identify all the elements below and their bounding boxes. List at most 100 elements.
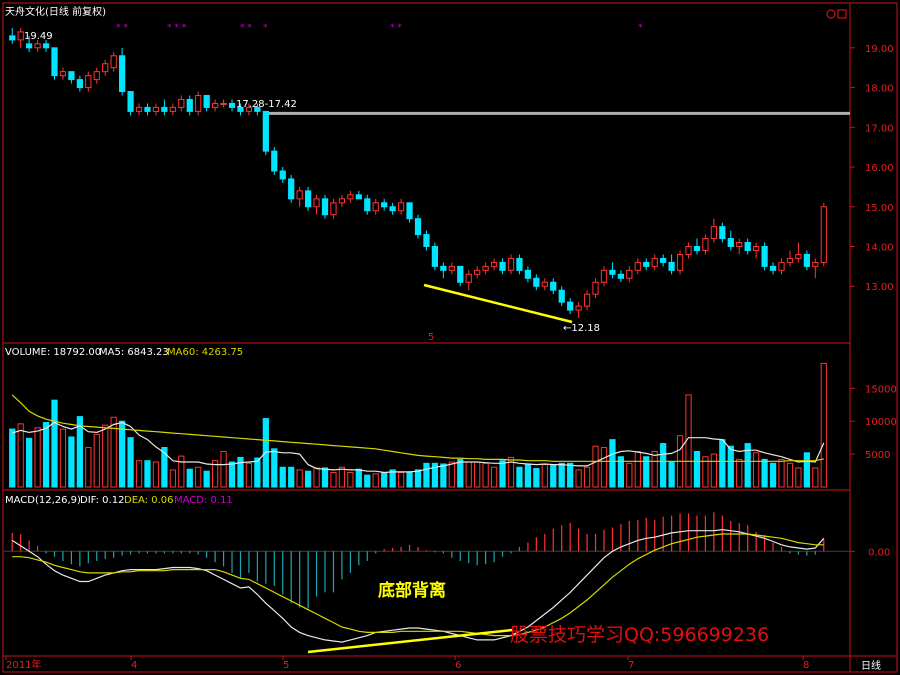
volume-bar (600, 447, 608, 488)
x-tick-label: 5 (283, 660, 289, 671)
candle-body (567, 301, 574, 311)
volume-bar (203, 470, 210, 488)
volume-ma60: MA60: 4263.75 (167, 347, 243, 358)
volume-bar (186, 468, 193, 488)
volume-bar (42, 422, 50, 488)
candle-body (228, 102, 236, 108)
price-divergence-line (423, 283, 573, 324)
price-tick-label: 18.00 (865, 84, 894, 95)
candle-body (211, 102, 219, 108)
volume-bar (102, 424, 109, 488)
volume-bar (719, 439, 726, 488)
candle-body (753, 246, 760, 251)
candle-body (102, 63, 109, 73)
price-tick-label: 14.00 (865, 243, 894, 254)
volume-bar (51, 399, 58, 488)
candle-body (761, 246, 768, 267)
volume-bar (17, 423, 24, 488)
macd-dea: DEA: 0.06 (124, 495, 174, 506)
candle-body (178, 98, 185, 108)
candle-body (355, 194, 362, 200)
circle-icon[interactable] (826, 9, 836, 19)
maximize-icon[interactable] (837, 9, 847, 19)
axis-ticks: 13.00 14.00 15.00 16.00 17.00 18.00 19.00 5000 1… (850, 44, 897, 558)
volume-bar (414, 469, 422, 488)
volume-tick-label: 10000 (865, 417, 897, 428)
volume-bar (271, 448, 278, 488)
candle-body (812, 261, 819, 267)
volume-bar (364, 474, 371, 488)
candle-body (617, 273, 625, 279)
volume-bar (9, 428, 16, 488)
stock-chart[interactable]: 13.00 14.00 15.00 16.00 17.00 18.00 19.00 5000 1… (0, 0, 900, 675)
candle-body (406, 202, 413, 220)
volume-bar (279, 466, 286, 488)
volume-bar (516, 466, 523, 488)
divergence-annotation: 底部背离 (378, 580, 446, 601)
volume-bar (727, 445, 734, 488)
candle-body (634, 261, 641, 271)
svg-text:* * *: * * * (167, 23, 187, 33)
macd-label: MACD(12,26,9) (5, 495, 81, 506)
x-tick-label: 8 (803, 660, 809, 671)
volume-bar (820, 362, 827, 488)
candle-body (372, 202, 379, 212)
volume-bar (228, 461, 236, 488)
range-note: 17.28-17.42 (236, 99, 297, 110)
candle-body (414, 218, 422, 236)
candle-body (42, 43, 50, 49)
candle-body (313, 198, 320, 208)
candle-body (474, 269, 481, 275)
volume-bar (355, 468, 362, 488)
candle-body (490, 261, 498, 267)
candle-body (685, 246, 692, 255)
volume-bar (753, 452, 760, 488)
volume-bar (127, 437, 134, 488)
candle-body (17, 31, 24, 41)
candle-body (676, 253, 684, 271)
candle-body (778, 261, 785, 271)
candle-body (550, 281, 557, 291)
x-tick-label: 6 (455, 660, 461, 671)
candle-body (719, 226, 726, 240)
candle-body (51, 47, 58, 77)
macd-divergence-line (307, 628, 513, 654)
volume-bar (59, 428, 67, 488)
candle-body (76, 79, 83, 89)
candle-body (119, 55, 126, 93)
volume-bar (34, 427, 41, 488)
price-candles (9, 27, 827, 319)
candle-body (431, 246, 439, 267)
candle-body (186, 98, 193, 112)
volume-bar (440, 463, 447, 488)
macd-tick-label: 0.00 (868, 547, 890, 558)
volume-bar (321, 467, 329, 488)
candle-body (203, 95, 210, 108)
volume-bar (457, 458, 464, 488)
candle-body (279, 170, 286, 180)
price-tick-label: 19.00 (865, 44, 894, 55)
volume-bar (423, 462, 430, 488)
candle-body (144, 106, 151, 112)
volume-bar (710, 453, 717, 488)
month-marker: 5 (428, 332, 434, 343)
candle-body (626, 269, 633, 279)
candle-body (702, 238, 709, 251)
candle-body (693, 246, 701, 251)
volume-bar (651, 450, 658, 488)
volume-bars (9, 362, 827, 488)
period-button[interactable]: 日线 (861, 659, 881, 672)
volume-bar (803, 452, 810, 488)
candle-body (330, 202, 337, 216)
volume-bar (693, 450, 701, 488)
volume-bar (786, 462, 794, 488)
volume-bar (558, 462, 565, 488)
volume-bar (381, 472, 388, 488)
svg-text:*: * (638, 23, 643, 33)
volume-bar (237, 456, 244, 488)
candle-body (710, 226, 717, 240)
volume-bar (812, 467, 819, 488)
volume-bar (533, 468, 540, 488)
volume-bar (541, 464, 548, 488)
candle-body (575, 305, 582, 311)
